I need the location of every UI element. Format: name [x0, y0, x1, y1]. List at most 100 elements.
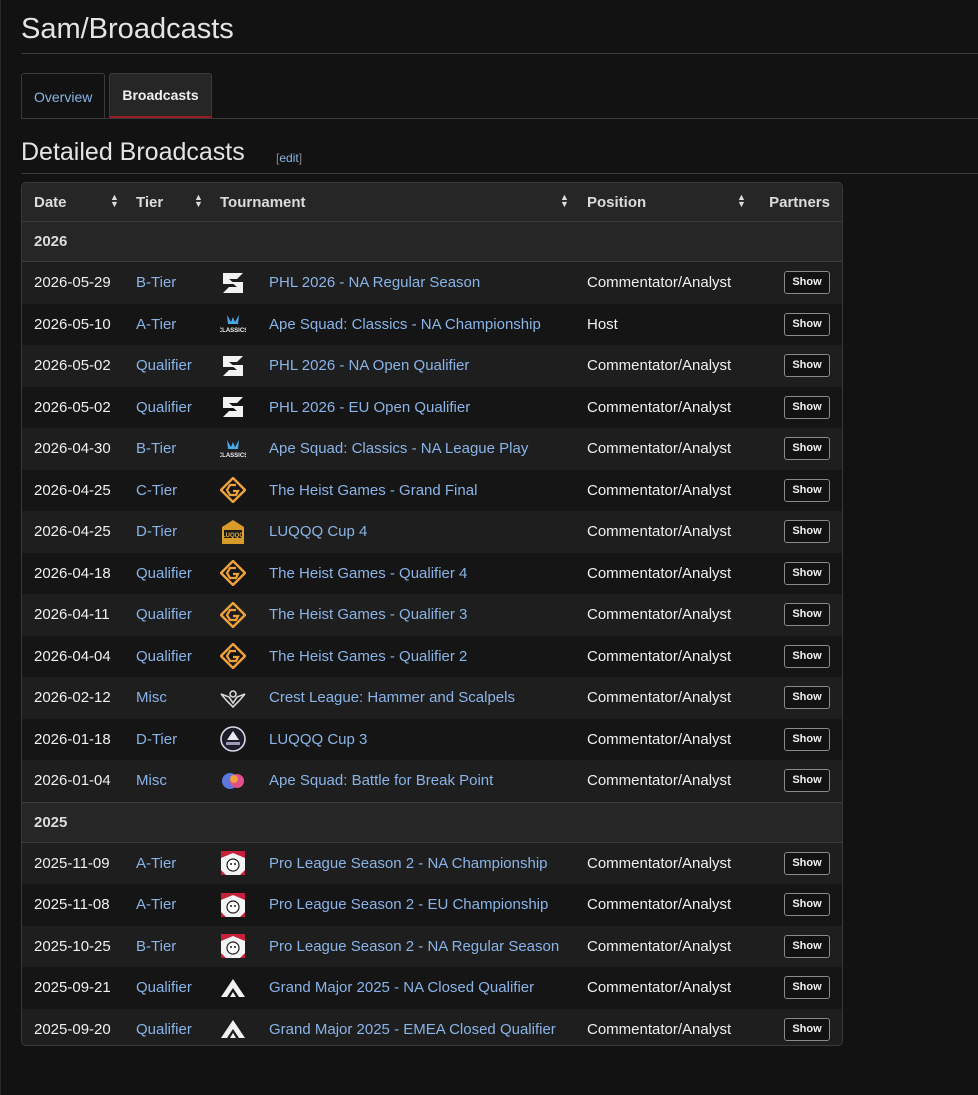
- tab-overview[interactable]: Overview: [21, 73, 106, 119]
- tier-link[interactable]: A-Tier: [124, 842, 208, 884]
- position-header[interactable]: Position ▲ ▼: [575, 183, 754, 222]
- tournament-link[interactable]: Pro League Season 2 - NA Regular Season: [269, 938, 559, 955]
- show-partners-button[interactable]: Show: [784, 603, 830, 627]
- heist-games-icon[interactable]: [220, 560, 246, 587]
- ape-squad-classics-icon[interactable]: CLASSICS: [220, 311, 246, 337]
- date-cell: 2026-05-02: [22, 345, 124, 387]
- tournament-link[interactable]: The Heist Games - Qualifier 3: [269, 606, 467, 623]
- tournament-link[interactable]: PHL 2026 - EU Open Qualifier: [269, 399, 470, 416]
- tournament-link[interactable]: The Heist Games - Qualifier 2: [269, 648, 467, 665]
- phl-icon[interactable]: [220, 394, 246, 420]
- tournament-cell: The Heist Games - Qualifier 4: [208, 552, 575, 594]
- edit-link[interactable]: edit: [279, 151, 298, 165]
- tier-link[interactable]: Qualifier: [124, 635, 208, 677]
- tournament-link[interactable]: Pro League Season 2 - EU Championship: [269, 896, 548, 913]
- heist-games-icon[interactable]: [220, 643, 246, 670]
- tournament-cell: Grand Major 2025 - NA Closed Qualifier: [208, 967, 575, 1009]
- tournament-link[interactable]: The Heist Games - Qualifier 4: [269, 565, 467, 582]
- table-body: 2026 2026-05-29 B-Tier PHL 2026 - NA Reg…: [22, 221, 842, 1045]
- tier-link[interactable]: Qualifier: [124, 594, 208, 636]
- tournament-link[interactable]: Pro League Season 2 - NA Championship: [269, 855, 548, 872]
- show-partners-button[interactable]: Show: [784, 271, 830, 295]
- show-partners-button[interactable]: Show: [784, 976, 830, 1000]
- show-partners-button[interactable]: Show: [784, 727, 830, 751]
- partners-cell: Show: [754, 967, 842, 1009]
- tier-link[interactable]: B-Tier: [124, 428, 208, 470]
- tournament-link[interactable]: Ape Squad: Battle for Break Point: [269, 772, 493, 789]
- date-cell: 2026-01-04: [22, 760, 124, 802]
- tournament-link[interactable]: Grand Major 2025 - EMEA Closed Qualifier: [269, 1021, 556, 1038]
- tier-link[interactable]: Qualifier: [124, 552, 208, 594]
- tournament-link[interactable]: Crest League: Hammer and Scalpels: [269, 689, 515, 706]
- crest-league-icon[interactable]: [220, 685, 246, 711]
- partners-cell: Show: [754, 1008, 842, 1045]
- tier-link[interactable]: Misc: [124, 677, 208, 719]
- show-partners-button[interactable]: Show: [784, 520, 830, 544]
- tier-link[interactable]: Qualifier: [124, 386, 208, 428]
- date-cell: 2025-10-25: [22, 925, 124, 967]
- show-partners-button[interactable]: Show: [784, 561, 830, 585]
- tournament-link[interactable]: Grand Major 2025 - NA Closed Qualifier: [269, 979, 534, 996]
- luqqq-cup-icon[interactable]: LUQQQ: [220, 519, 246, 545]
- table-row: 2026-05-02 Qualifier PHL 2026 - EU Open …: [22, 386, 842, 428]
- partners-cell: Show: [754, 261, 842, 304]
- show-partners-button[interactable]: Show: [784, 312, 830, 336]
- show-partners-button[interactable]: Show: [784, 395, 830, 419]
- grand-major-icon[interactable]: [220, 975, 246, 1001]
- tier-link[interactable]: A-Tier: [124, 303, 208, 345]
- tier-link[interactable]: D-Tier: [124, 511, 208, 553]
- tier-link[interactable]: C-Tier: [124, 469, 208, 511]
- show-partners-button[interactable]: Show: [784, 437, 830, 461]
- tournament-link[interactable]: Ape Squad: Classics - NA League Play: [269, 440, 528, 457]
- position-cell: Commentator/Analyst: [575, 386, 754, 428]
- position-cell: Commentator/Analyst: [575, 469, 754, 511]
- tier-link[interactable]: Qualifier: [124, 1008, 208, 1045]
- table-row: 2026-05-10 A-Tier CLASSICS Ape Squad: Cla…: [22, 303, 842, 345]
- heist-games-icon[interactable]: [220, 477, 246, 504]
- section-divider: [21, 173, 978, 174]
- tournament-link[interactable]: LUQQQ Cup 3: [269, 731, 367, 748]
- show-partners-button[interactable]: Show: [784, 934, 830, 958]
- tier-header[interactable]: Tier ▲ ▼: [124, 183, 208, 222]
- phl-icon[interactable]: [220, 270, 246, 296]
- show-partners-button[interactable]: Show: [784, 354, 830, 378]
- tier-link[interactable]: Qualifier: [124, 345, 208, 387]
- sort-icon: ▲ ▼: [560, 192, 569, 209]
- tier-link[interactable]: Misc: [124, 760, 208, 802]
- pro-league-icon[interactable]: [220, 892, 246, 918]
- show-partners-button[interactable]: Show: [784, 1017, 830, 1041]
- tournament-link[interactable]: PHL 2026 - NA Regular Season: [269, 274, 480, 291]
- tier-link[interactable]: D-Tier: [124, 718, 208, 760]
- heist-games-icon[interactable]: [220, 601, 246, 628]
- tournament-link[interactable]: LUQQQ Cup 4: [269, 523, 367, 540]
- show-partners-button[interactable]: Show: [784, 893, 830, 917]
- tier-link[interactable]: B-Tier: [124, 261, 208, 304]
- show-partners-button[interactable]: Show: [784, 686, 830, 710]
- tab-bar: Overview Broadcasts: [21, 73, 212, 119]
- tab-broadcasts[interactable]: Broadcasts: [109, 73, 212, 119]
- pro-league-icon[interactable]: [220, 933, 246, 959]
- luqqq-cup-3-icon[interactable]: [220, 726, 246, 753]
- tournament-link[interactable]: Ape Squad: Classics - NA Championship: [269, 316, 541, 333]
- tournament-cell: Pro League Season 2 - NA Championship: [208, 842, 575, 884]
- section-title: Detailed Broadcasts: [21, 138, 245, 166]
- ape-squad-classics-icon[interactable]: CLASSICS: [220, 436, 246, 462]
- show-partners-button[interactable]: Show: [784, 478, 830, 502]
- grand-major-icon[interactable]: [220, 1016, 246, 1042]
- date-cell: 2026-04-30: [22, 428, 124, 470]
- tier-link[interactable]: A-Tier: [124, 884, 208, 926]
- date-cell: 2026-04-11: [22, 594, 124, 636]
- ape-squad-break-point-icon[interactable]: [220, 768, 246, 794]
- tier-link[interactable]: Qualifier: [124, 967, 208, 1009]
- table-row: 2026-01-04 Misc Ape Squad: Battle for Br…: [22, 760, 842, 802]
- tournament-link[interactable]: PHL 2026 - NA Open Qualifier: [269, 357, 469, 374]
- show-partners-button[interactable]: Show: [784, 851, 830, 875]
- show-partners-button[interactable]: Show: [784, 769, 830, 793]
- pro-league-icon[interactable]: [220, 850, 246, 876]
- phl-icon[interactable]: [220, 353, 246, 379]
- tier-link[interactable]: B-Tier: [124, 925, 208, 967]
- tournament-header[interactable]: Tournament ▲ ▼: [208, 183, 575, 222]
- tournament-link[interactable]: The Heist Games - Grand Final: [269, 482, 477, 499]
- show-partners-button[interactable]: Show: [784, 644, 830, 668]
- date-header[interactable]: Date ▲ ▼: [22, 183, 124, 222]
